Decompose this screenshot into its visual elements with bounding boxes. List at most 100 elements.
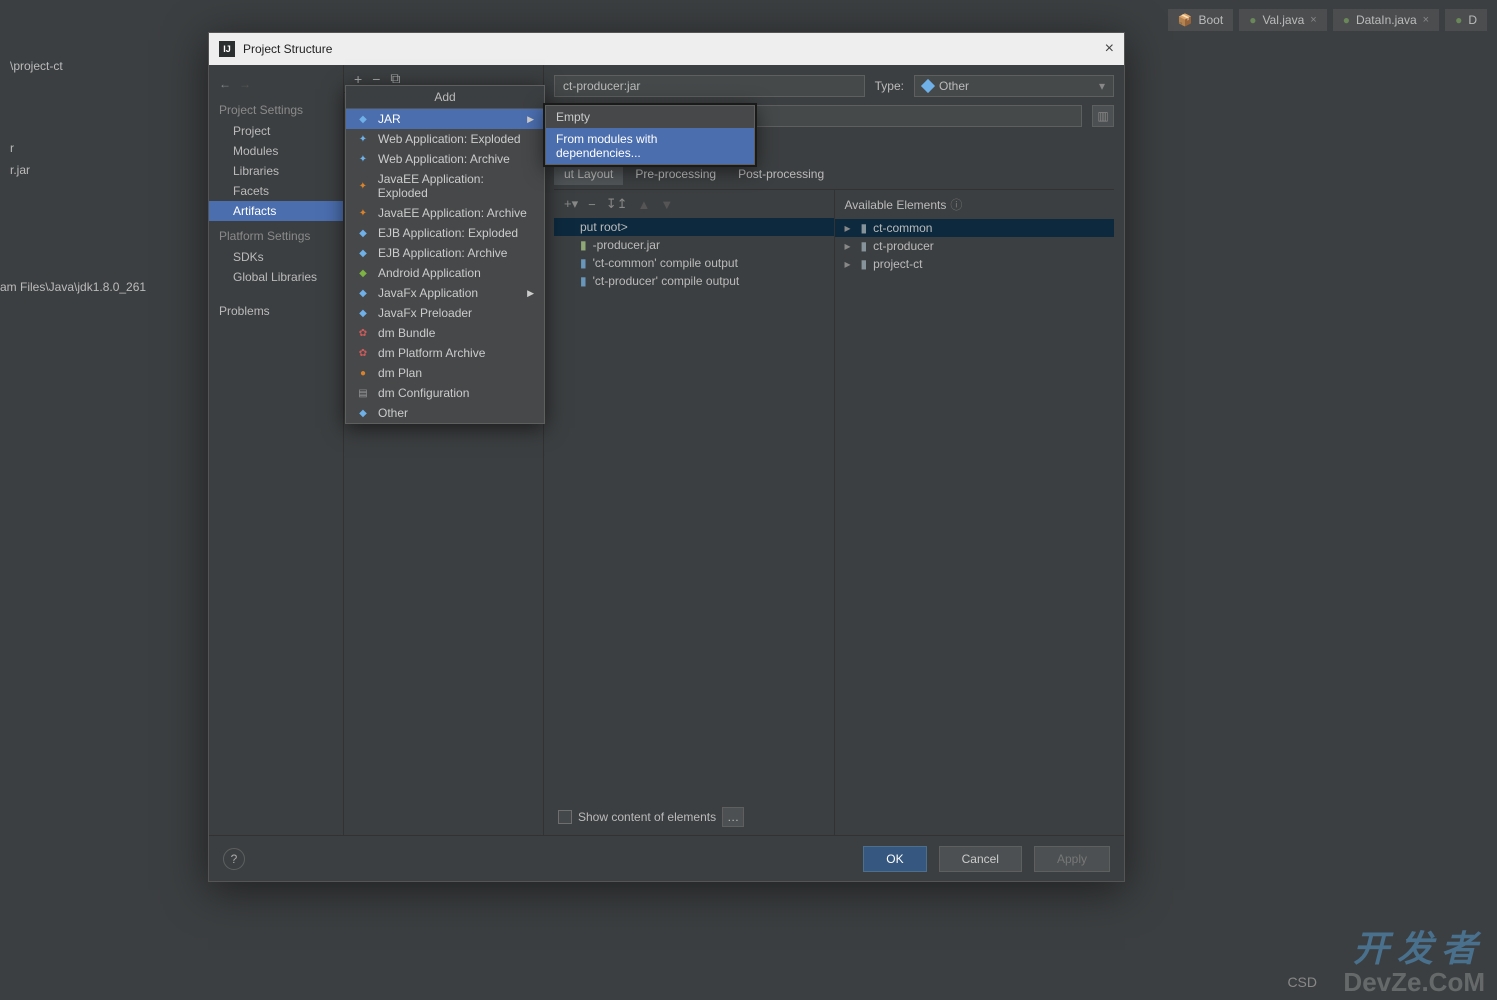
ok-button[interactable]: OK — [863, 846, 926, 872]
folder-icon: ▥ — [1097, 109, 1108, 123]
sort-button[interactable]: ↧↥ — [606, 196, 628, 212]
web-icon: ✦ — [356, 152, 370, 166]
add-content-button[interactable]: +▾ — [564, 196, 578, 212]
down-button[interactable]: ▼ — [660, 197, 673, 212]
dm-icon: ✿ — [356, 326, 370, 340]
folder-icon: ▮ — [861, 221, 868, 235]
other-icon: ◆ — [356, 406, 370, 420]
chevron-right-icon: ▶ — [527, 288, 534, 299]
type-select[interactable]: Other ▾ — [914, 75, 1114, 97]
jar-submenu: Empty From modules with dependencies... — [545, 105, 755, 165]
available-elements-label: Available Elements — [845, 198, 947, 212]
config-icon: ▤ — [356, 386, 370, 400]
forward-icon[interactable]: → — [239, 77, 251, 91]
tree-row[interactable]: ▸▮project-ct — [835, 255, 1115, 273]
cancel-button[interactable]: Cancel — [939, 846, 1022, 872]
sidebar-item-artifacts[interactable]: Artifacts — [209, 201, 343, 221]
sidebar-item-problems[interactable]: Problems — [209, 301, 343, 321]
more-button[interactable]: … — [722, 807, 744, 827]
popup-item[interactable]: ✦Web Application: Exploded — [346, 129, 544, 149]
back-icon[interactable]: ← — [219, 77, 231, 91]
popup-item[interactable]: ◆EJB Application: Archive — [346, 243, 544, 263]
tree-row[interactable]: put root> — [554, 218, 834, 236]
tree-row[interactable]: ▮'ct-common' compile output — [554, 254, 834, 272]
popup-item[interactable]: ✦Web Application: Archive — [346, 149, 544, 169]
editor-tab[interactable]: ● DataIn.java × — [1333, 9, 1439, 31]
tab-output-layout[interactable]: ut Layout — [554, 163, 623, 185]
browse-button[interactable]: ▥ — [1092, 105, 1114, 127]
help-icon[interactable]: ⓘ — [950, 196, 962, 213]
csdn-watermark: CSD — [1287, 974, 1317, 990]
tree-row[interactable]: ▮'ct-producer' compile output — [554, 272, 834, 290]
chevron-right-icon: ▶ — [527, 114, 534, 125]
sidebar-item-global-libs[interactable]: Global Libraries — [209, 267, 343, 287]
jar-icon: ▮ — [580, 238, 587, 252]
popup-item[interactable]: ✿dm Bundle — [346, 323, 544, 343]
add-artifact-popup: Add ◆JAR▶ ✦Web Application: Exploded ✦We… — [345, 85, 545, 424]
folder-icon: ▮ — [861, 257, 868, 271]
tab-pre-processing[interactable]: Pre-processing — [625, 163, 726, 185]
dm-icon: ✿ — [356, 346, 370, 360]
close-icon[interactable]: × — [1423, 14, 1429, 26]
sidebar-group: Project Settings — [209, 95, 343, 121]
project-tree-bg: \project-ct r r.jar — [0, 55, 73, 181]
javafx-icon: ◆ — [356, 286, 370, 300]
ejb-icon: ◆ — [356, 246, 370, 260]
tree-row[interactable]: ▸▮ct-producer — [835, 237, 1115, 255]
module-icon: ▮ — [580, 274, 587, 288]
tab-post-processing[interactable]: Post-processing — [728, 163, 834, 185]
available-elements-panel: Available Elements ⓘ ▸▮ct-common ▸▮ct-pr… — [835, 190, 1115, 835]
sidebar-item-modules[interactable]: Modules — [209, 141, 343, 161]
folder-icon: ▮ — [861, 239, 868, 253]
settings-sidebar: ←→ Project Settings Project Modules Libr… — [209, 65, 344, 835]
dialog-titlebar: IJ Project Structure × — [209, 33, 1124, 65]
sidebar-item-facets[interactable]: Facets — [209, 181, 343, 201]
checkbox-icon[interactable] — [558, 810, 572, 824]
run-config[interactable]: 📦 Boot — [1168, 9, 1234, 31]
popup-item[interactable]: ◆Other — [346, 403, 544, 423]
popup-item[interactable]: ●dm Plan — [346, 363, 544, 383]
ejb-icon: ◆ — [356, 226, 370, 240]
remove-content-button[interactable]: − — [588, 197, 596, 212]
popup-item[interactable]: ◆Android Application — [346, 263, 544, 283]
show-content-checkbox[interactable]: Show content of elements … — [554, 807, 834, 827]
popup-item-jar[interactable]: ◆JAR▶ — [346, 109, 544, 129]
javafx-icon: ◆ — [356, 306, 370, 320]
apply-button[interactable]: Apply — [1034, 846, 1110, 872]
popup-header: Add — [346, 86, 544, 109]
up-button[interactable]: ▲ — [638, 197, 651, 212]
submenu-empty[interactable]: Empty — [546, 106, 754, 128]
popup-item[interactable]: ✿dm Platform Archive — [346, 343, 544, 363]
watermark-cn: 开发者 — [1353, 920, 1485, 972]
popup-item[interactable]: ✦JavaEE Application: Archive — [346, 203, 544, 223]
tree-row[interactable]: ▸▮ct-common — [835, 219, 1115, 237]
submenu-from-modules[interactable]: From modules with dependencies... — [546, 128, 754, 164]
editor-tab[interactable]: ● Val.java × — [1239, 9, 1327, 31]
popup-item[interactable]: ✦JavaEE Application: Exploded — [346, 169, 544, 203]
nav-arrows[interactable]: ←→ — [209, 73, 343, 95]
sidebar-item-project[interactable]: Project — [209, 121, 343, 141]
popup-item[interactable]: ◆JavaFx Preloader — [346, 303, 544, 323]
help-button[interactable]: ? — [223, 848, 245, 870]
watermark-en: DevZe.CoM — [1343, 967, 1485, 998]
artifact-type-icon — [921, 79, 935, 93]
android-icon: ◆ — [356, 266, 370, 280]
module-icon: ▮ — [580, 256, 587, 270]
artifact-detail-panel: Type: Other ▾ ou\artifacts\ct_producer_j… — [544, 65, 1124, 835]
sidebar-item-sdks[interactable]: SDKs — [209, 247, 343, 267]
intellij-logo-icon: IJ — [219, 41, 235, 57]
jdk-path: am Files\Java\jdk1.8.0_261 — [0, 280, 146, 294]
close-icon[interactable]: × — [1310, 14, 1316, 26]
type-label: Type: — [875, 79, 904, 93]
editor-tab[interactable]: ● D — [1445, 9, 1487, 31]
artifact-name-input[interactable] — [554, 75, 865, 97]
jar-icon: ◆ — [356, 112, 370, 126]
popup-item[interactable]: ◆JavaFx Application▶ — [346, 283, 544, 303]
sidebar-item-libraries[interactable]: Libraries — [209, 161, 343, 181]
dialog-close-button[interactable]: × — [1105, 40, 1114, 58]
javaee-icon: ✦ — [356, 206, 370, 220]
tree-row[interactable]: ▮-producer.jar — [554, 236, 834, 254]
popup-item[interactable]: ◆EJB Application: Exploded — [346, 223, 544, 243]
popup-item[interactable]: ▤dm Configuration — [346, 383, 544, 403]
dialog-footer: ? OK Cancel Apply — [209, 835, 1124, 881]
